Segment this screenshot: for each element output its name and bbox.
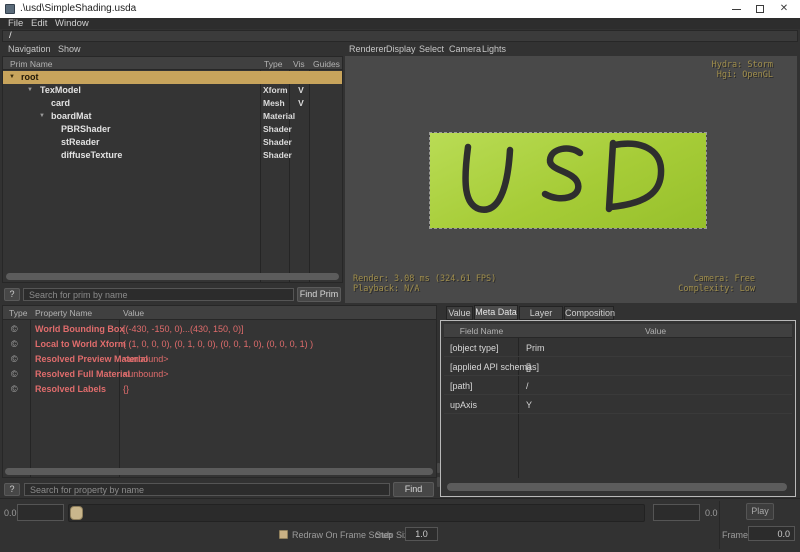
- frame-input[interactable]: [748, 526, 795, 541]
- tree-row-texmodel[interactable]: ▼ TexModel Xform V: [3, 84, 342, 97]
- hud-renderer: Hydra: StormHgi: OpenGL: [712, 61, 773, 80]
- property-search-help-button[interactable]: ?: [4, 483, 20, 496]
- maximize-icon: [756, 5, 764, 13]
- col-vis[interactable]: Vis: [293, 59, 305, 69]
- tab-composition[interactable]: Composition: [564, 306, 614, 320]
- timeline-bar: 0.0 0.0 Play Redraw On Frame Scrub Step …: [0, 498, 800, 552]
- col-type[interactable]: Type: [264, 59, 282, 69]
- viewport-menu: Renderer Display Select Camera Lights: [345, 42, 797, 55]
- metadata-hscrollbar[interactable]: [447, 483, 787, 491]
- property-row[interactable]: © Local to World Xform ( (1, 0, 0, 0), (…: [3, 337, 436, 352]
- expander-icon[interactable]: ▼: [39, 113, 45, 119]
- hud-performance: Render: 3.08 ms (324.61 FPS)Playback: N/…: [353, 275, 496, 294]
- menu-window[interactable]: Window: [55, 18, 89, 29]
- range-start-label: 0.0: [4, 508, 17, 518]
- minimize-icon: [732, 9, 741, 10]
- metadata-table: Field Name Value [object type] Prim [app…: [440, 320, 796, 497]
- property-row[interactable]: © Resolved Preview Material <unbound>: [3, 352, 436, 367]
- col-meta-value[interactable]: Value: [519, 326, 792, 336]
- hud-camera: Camera: FreeComplexity: Low: [678, 275, 755, 294]
- property-row[interactable]: © Resolved Labels {}: [3, 382, 436, 397]
- frame-slider[interactable]: [68, 504, 645, 522]
- find-prim-button[interactable]: Find Prim: [297, 287, 341, 302]
- computed-attr-icon: ©: [11, 369, 18, 379]
- computed-attr-icon: ©: [11, 384, 18, 394]
- viewport[interactable]: Hydra: StormHgi: OpenGL Render: 3.08 ms …: [345, 56, 797, 303]
- metadata-row[interactable]: [path] /: [444, 376, 792, 395]
- usd-card-mesh[interactable]: [430, 133, 706, 228]
- computed-attr-icon: ©: [11, 324, 18, 334]
- step-size-input[interactable]: [405, 527, 438, 541]
- property-header: Type Property Name Value: [3, 306, 436, 320]
- menu-bar: File Edit Window: [0, 18, 800, 29]
- property-search-input[interactable]: [24, 483, 390, 496]
- usd-hand-drawn-label: [430, 133, 706, 228]
- vis-flag[interactable]: V: [291, 85, 311, 95]
- tree-row-diffusetexture[interactable]: diffuseTexture Shader: [3, 149, 342, 162]
- menu-lights[interactable]: Lights: [482, 44, 506, 54]
- metadata-header: Field Name Value: [444, 324, 792, 338]
- metadata-panel: Value Meta Data Layer Stack Composition …: [440, 305, 796, 497]
- close-icon: ✕: [780, 4, 788, 14]
- vis-flag[interactable]: V: [291, 98, 311, 108]
- prim-search-help-button[interactable]: ?: [4, 288, 20, 301]
- menu-camera[interactable]: Camera: [449, 44, 481, 54]
- app-icon: [5, 4, 15, 14]
- tab-value[interactable]: Value: [446, 306, 473, 320]
- menu-renderer[interactable]: Renderer: [349, 44, 387, 54]
- play-button[interactable]: Play: [746, 503, 774, 520]
- range-end-input[interactable]: [653, 504, 700, 521]
- metadata-row[interactable]: [applied API schemas] []: [444, 357, 792, 376]
- property-row[interactable]: © World Bounding Box [(-430, -150, 0)...…: [3, 322, 436, 337]
- col-prop-type[interactable]: Type: [9, 308, 27, 318]
- tab-meta-data[interactable]: Meta Data: [474, 305, 518, 320]
- range-start-input[interactable]: [17, 504, 64, 521]
- usdview-window: .\usd\SimpleShading.usda ✕ File Edit Win…: [0, 0, 800, 552]
- menu-show[interactable]: Show: [58, 44, 81, 54]
- timeline-divider: [719, 501, 720, 549]
- computed-attr-icon: ©: [11, 339, 18, 349]
- range-end-label: 0.0: [705, 508, 718, 518]
- redraw-checkbox[interactable]: [279, 530, 288, 539]
- tree-row-card[interactable]: card Mesh V: [3, 97, 342, 110]
- metadata-row[interactable]: [object type] Prim: [444, 338, 792, 357]
- prim-path-input[interactable]: /: [2, 30, 798, 42]
- expander-icon[interactable]: ▼: [27, 87, 33, 93]
- tree-panel-menu: Navigation Show: [2, 42, 343, 55]
- tree-row-pbrshader[interactable]: PBRShader Shader: [3, 123, 342, 136]
- menu-file[interactable]: File: [8, 18, 23, 29]
- col-prim-name[interactable]: Prim Name: [10, 59, 53, 69]
- metadata-row[interactable]: upAxis Y: [444, 395, 792, 414]
- expander-icon[interactable]: ▼: [9, 74, 15, 80]
- col-prop-name[interactable]: Property Name: [35, 308, 92, 318]
- property-row[interactable]: © Resolved Full Material <unbound>: [3, 367, 436, 382]
- menu-display[interactable]: Display: [386, 44, 416, 54]
- close-button[interactable]: ✕: [770, 0, 798, 18]
- prim-tree: Prim Name Type Vis Guides ▼ root ▼ TexMo…: [2, 56, 343, 283]
- computed-attr-icon: ©: [11, 354, 18, 364]
- menu-select[interactable]: Select: [419, 44, 444, 54]
- col-guides[interactable]: Guides: [313, 59, 340, 69]
- frame-label: Frame:: [722, 530, 751, 540]
- tree-hscrollbar[interactable]: [6, 273, 339, 280]
- tree-row-streader[interactable]: stReader Shader: [3, 136, 342, 149]
- menu-navigation[interactable]: Navigation: [8, 44, 51, 54]
- property-hscrollbar[interactable]: [5, 468, 433, 475]
- path-bar: /: [0, 29, 800, 43]
- frame-slider-handle[interactable]: [70, 506, 83, 520]
- tab-layer-stack[interactable]: Layer Stack: [519, 306, 563, 320]
- menu-edit[interactable]: Edit: [31, 18, 47, 29]
- window-title: .\usd\SimpleShading.usda: [20, 3, 136, 14]
- col-prop-value[interactable]: Value: [123, 308, 144, 318]
- titlebar: .\usd\SimpleShading.usda ✕: [0, 0, 800, 18]
- tree-row-root[interactable]: ▼ root: [3, 71, 342, 84]
- prim-search-input[interactable]: [23, 288, 294, 301]
- property-panel: Type Property Name Value © World Boundin…: [2, 305, 437, 478]
- col-field-name[interactable]: Field Name: [444, 326, 519, 336]
- tree-row-boardmat[interactable]: ▼ boardMat Material: [3, 110, 342, 123]
- tree-header: Prim Name Type Vis Guides: [3, 57, 342, 70]
- find-prop-button[interactable]: Find Prop: [393, 482, 434, 497]
